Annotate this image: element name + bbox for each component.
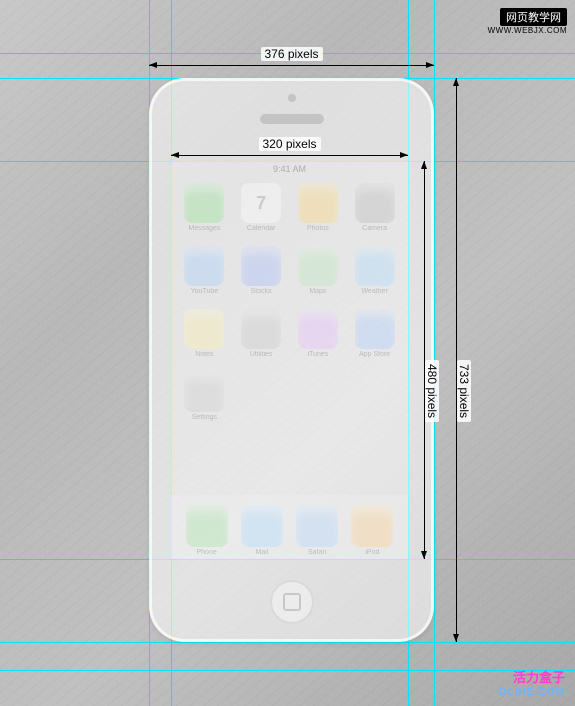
watermark-top-line1: 网页教学网 [500,8,567,26]
app-icon [355,246,395,286]
speaker-slot-icon [260,114,324,124]
dock-item: Safari [296,505,338,556]
app-label: Stocks [251,288,272,295]
app-label: Maps [309,288,326,295]
dock-app-icon [296,505,338,547]
app-label: App Store [359,351,390,358]
watermark-top: 网页教学网 WWW.WEBJX.COM [488,8,567,35]
app-item: Weather [349,246,400,295]
dimension-label: 320 pixels [258,137,320,151]
camera-dot-icon [288,94,296,102]
app-icon [298,309,338,349]
app-icon [184,183,224,223]
app-item: 7 Calendar [236,183,287,232]
app-icon [355,309,395,349]
app-icon [298,183,338,223]
app-item: Stocks [236,246,287,295]
app-item: YouTube [179,246,230,295]
app-item: App Store [349,309,400,358]
guide-vertical [434,0,435,706]
dimension-label: 480 pixels [425,360,439,422]
watermark-bottom-line2: OLIHE.COM [498,686,565,698]
dimension-screen-width: 320 pixels [171,155,408,156]
watermark-bottom: 活力盒子 OLIHE.COM [498,667,565,698]
app-icon [184,372,224,412]
dock-app-icon [241,505,283,547]
app-label: Photos [307,225,329,232]
app-label: iTunes [307,351,328,358]
app-icon [184,309,224,349]
app-icon-grid: Messages 7 Calendar Photos Camera YouTube Stoc… [179,183,400,421]
app-item: Photos [293,183,344,232]
app-icon [184,246,224,286]
app-label: YouTube [191,288,219,295]
dock-app-label: Mail [255,549,268,556]
app-label: Camera [362,225,387,232]
dock: Phone Mail Safari iPod [171,495,408,559]
app-label: Utilities [250,351,273,358]
guide-horizontal [0,642,575,643]
home-button-icon [270,580,314,624]
dock-item: Phone [186,505,228,556]
app-item: Camera [349,183,400,232]
dock-item: iPod [351,505,393,556]
app-label: Calendar [247,225,275,232]
app-item: Notes [179,309,230,358]
dock-app-label: Phone [197,549,217,556]
app-item: Settings [179,372,230,421]
dimension-screen-height: 480 pixels [424,161,425,559]
app-label: Messages [188,225,220,232]
dock-app-icon [351,505,393,547]
app-label: Settings [192,414,217,421]
dock-app-label: iPod [365,549,379,556]
dimension-outer-width: 376 pixels [149,65,434,66]
dock-item: Mail [241,505,283,556]
phone-screen: 9:41 AM Messages 7 Calendar Photos Camera You… [171,161,408,559]
app-icon [298,246,338,286]
guide-horizontal [0,670,575,671]
app-icon: 7 [241,183,281,223]
app-item: Maps [293,246,344,295]
app-icon [241,309,281,349]
dimension-label: 376 pixels [260,47,322,61]
app-item: iTunes [293,309,344,358]
app-item: Utilities [236,309,287,358]
watermark-bottom-line1: 活力盒子 [498,667,565,686]
dimension-outer-height: 733 pixels [456,78,457,642]
app-label: Notes [195,351,213,358]
dock-app-label: Safari [308,549,326,556]
app-item: Messages [179,183,230,232]
app-icon [241,246,281,286]
dock-app-icon [186,505,228,547]
watermark-top-line2: WWW.WEBJX.COM [488,26,567,35]
status-bar: 9:41 AM [171,161,408,177]
app-icon [355,183,395,223]
app-label: Weather [361,288,387,295]
dimension-label: 733 pixels [457,360,471,422]
